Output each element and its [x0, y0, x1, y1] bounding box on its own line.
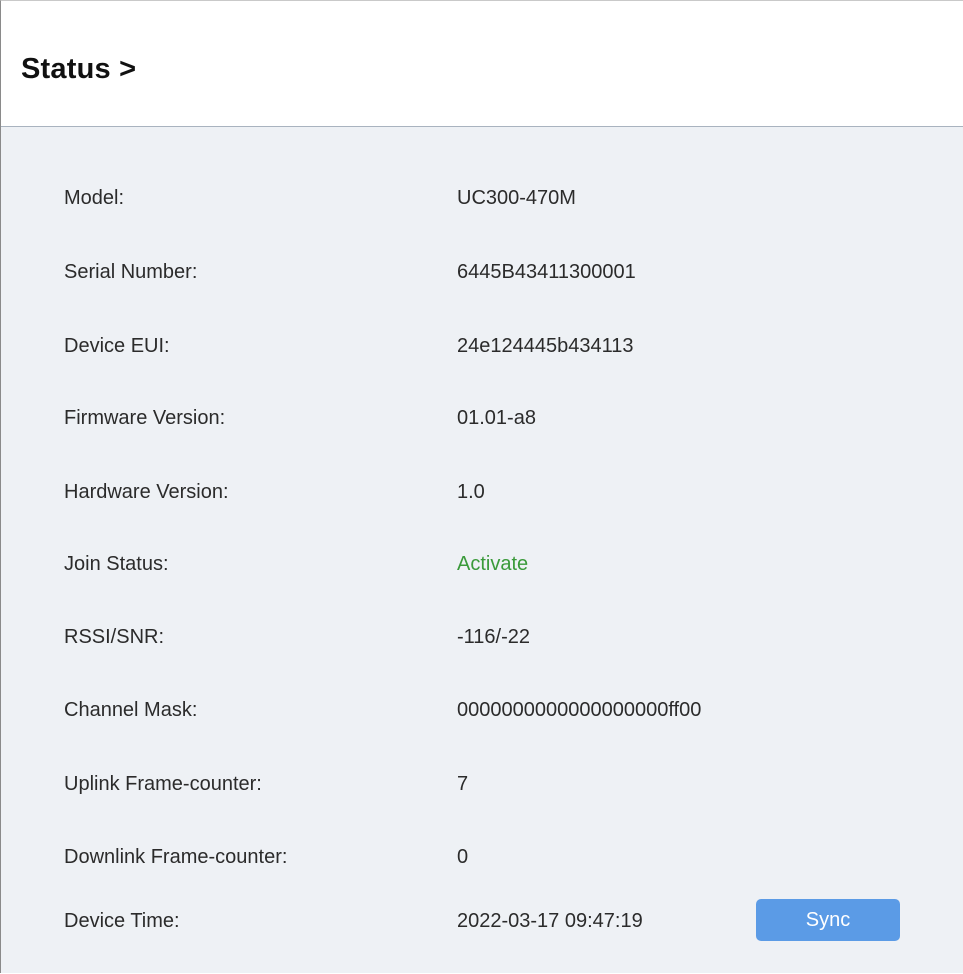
channel-mask-value: 0000000000000000000ff00 — [457, 699, 702, 721]
device-eui-label: Device EUI: — [64, 335, 170, 357]
join-status-label: Join Status: — [64, 553, 169, 575]
uplink-frame-counter-value: 7 — [457, 773, 469, 795]
device-eui-value: 24e124445b434113 — [457, 335, 634, 357]
serial-number-value: 6445B43411300001 — [457, 261, 636, 283]
firmware-version-value: 01.01-a8 — [457, 407, 536, 429]
rssi-snr-label: RSSI/SNR: — [64, 626, 165, 648]
model-label: Model: — [64, 187, 125, 209]
row-downlink-frame-counter: Downlink Frame-counter: 0 — [1, 838, 963, 878]
row-uplink-frame-counter: Uplink Frame-counter: 7 — [1, 765, 963, 805]
firmware-version-label: Firmware Version: — [64, 407, 226, 429]
model-value: UC300-470M — [457, 187, 576, 209]
device-time-label: Device Time: — [64, 910, 180, 932]
row-device-time: Device Time: 2022-03-17 09:47:19 Sync — [1, 899, 963, 943]
hardware-version-label: Hardware Version: — [64, 481, 229, 503]
rssi-snr-value: -116/-22 — [457, 626, 531, 648]
channel-mask-label: Channel Mask: — [64, 699, 198, 721]
sync-button[interactable]: Sync — [756, 899, 900, 941]
row-device-eui: Device EUI: 24e124445b434113 — [1, 327, 963, 367]
row-channel-mask: Channel Mask: 0000000000000000000ff00 — [1, 691, 963, 731]
uplink-frame-counter-label: Uplink Frame-counter: — [64, 773, 262, 795]
hardware-version-value: 1.0 — [457, 481, 485, 503]
downlink-frame-counter-value: 0 — [457, 846, 469, 868]
row-rssi-snr: RSSI/SNR: -116/-22 — [1, 618, 963, 658]
row-serial-number: Serial Number: 6445B43411300001 — [1, 253, 963, 293]
row-hardware-version: Hardware Version: 1.0 — [1, 473, 963, 513]
page-header: Status > — [1, 1, 963, 127]
page-title: Status > — [21, 53, 137, 85]
serial-number-label: Serial Number: — [64, 261, 198, 283]
row-model: Model: UC300-470M — [1, 179, 963, 219]
join-status-value: Activate — [457, 553, 529, 575]
device-time-value: 2022-03-17 09:47:19 — [457, 910, 643, 932]
status-page: Status > Model: UC300-470M Serial Number… — [0, 0, 963, 973]
status-panel: Model: UC300-470M Serial Number: 6445B43… — [1, 127, 963, 974]
downlink-frame-counter-label: Downlink Frame-counter: — [64, 846, 288, 868]
row-join-status: Join Status: Activate — [1, 545, 963, 585]
row-firmware-version: Firmware Version: 01.01-a8 — [1, 399, 963, 439]
